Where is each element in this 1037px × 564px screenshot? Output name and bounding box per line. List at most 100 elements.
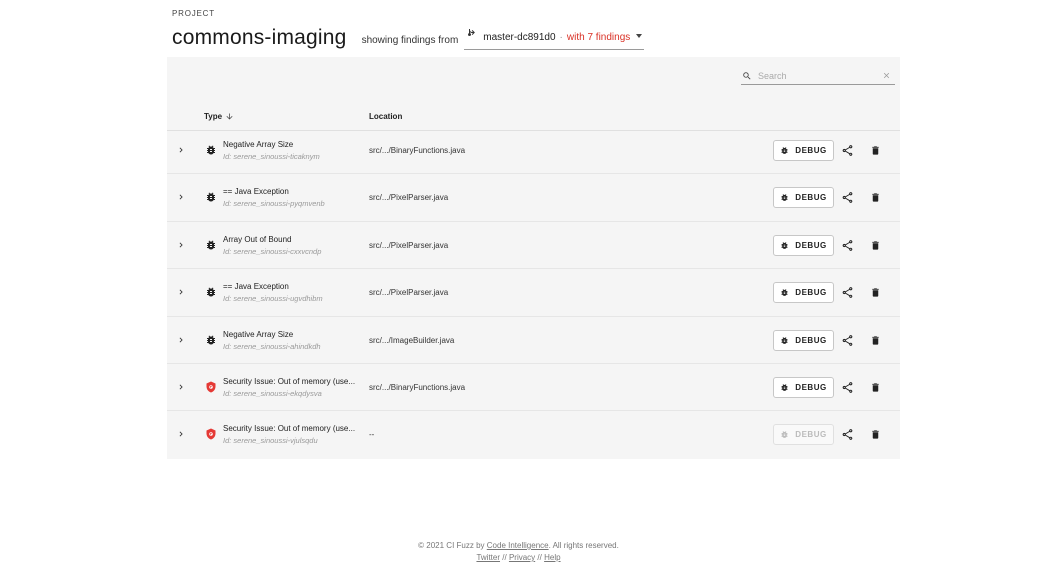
chevron-right-icon[interactable] [176,427,186,441]
search-input[interactable] [758,70,876,81]
footer-copyright: © 2021 CI Fuzz by [418,541,485,550]
title-row: commons-imaging showing findings from ma… [172,24,645,50]
finding-id: Id: serene_sinoussi-ugvdhibm [223,294,323,304]
findings-list: Negative Array Size Id: serene_sinoussi-t… [167,127,900,459]
bug-icon [781,336,788,344]
finding-title: Negative Array Size [223,329,294,339]
finding-title: Security Issue: Out of memory (use... [223,376,356,386]
finding-location: src/.../BinaryFunctions.java [369,382,466,392]
trash-icon[interactable] [870,428,881,441]
column-header-type[interactable]: Type [204,112,234,121]
chevron-right-icon[interactable] [176,380,186,394]
debug-label: DEBUG [795,288,827,298]
table-row[interactable]: Negative Array Size Id: serene_sinoussi-t… [167,127,900,175]
footer-privacy-link[interactable]: Privacy [509,553,535,562]
finding-id: Id: serene_sinoussi-vjulsqdu [223,436,318,446]
finding-title: Security Issue: Out of memory (use... [223,424,356,434]
finding-location: -- [369,430,375,440]
chevron-right-icon[interactable] [176,238,186,252]
branch-separator: · [559,31,563,43]
trash-icon[interactable] [870,239,881,252]
finding-id: Id: serene_sinoussi-ticaknym [223,152,320,161]
project-eyebrow: PROJECT [172,9,215,18]
footer-help-link[interactable]: Help [544,553,560,562]
trash-icon[interactable] [870,144,881,157]
debug-button: DEBUG [773,424,834,446]
trash-icon[interactable] [870,191,881,204]
column-type-label: Type [204,112,223,121]
share-icon[interactable] [841,144,854,157]
bug-icon [207,335,215,345]
finding-location: src/.../BinaryFunctions.java [369,146,466,155]
table-row[interactable]: Security Issue: Out of memory (use... Id:… [167,364,900,412]
footer-rights: . All rights reserved. [548,541,619,550]
share-icon[interactable] [841,191,854,204]
table-row[interactable]: == Java Exception Id: serene_sinoussi-pyq… [167,174,900,222]
finding-title: == Java Exception [223,187,289,197]
branch-icon [468,29,476,36]
clear-icon[interactable] [882,71,891,80]
bug-icon [781,431,788,439]
footer-twitter-link[interactable]: Twitter [476,553,500,562]
finding-location: src/.../PixelParser.java [369,288,449,298]
debug-label: DEBUG [795,193,827,203]
trash-icon[interactable] [870,334,881,347]
footer-divider: // [537,553,542,562]
share-icon[interactable] [841,381,854,394]
debug-label: DEBUG [795,335,827,345]
findings-count: with 7 findings [566,31,631,43]
debug-button[interactable]: DEBUG [773,329,834,351]
shield-icon [206,428,216,440]
debug-button[interactable]: DEBUG [773,140,834,161]
table-row[interactable]: Security Issue: Out of memory (use... Id:… [167,411,900,458]
share-icon[interactable] [841,334,854,347]
share-icon[interactable] [841,286,854,299]
footer: © 2021 CI Fuzz by Code Intelligence. All… [0,540,1037,564]
search-icon [743,71,751,80]
debug-button[interactable]: DEBUG [773,234,834,256]
debug-label: DEBUG [795,430,827,440]
finding-location: src/.../PixelParser.java [369,193,449,203]
finding-location: src/.../ImageBuilder.java [369,335,455,345]
debug-label: DEBUG [795,382,827,392]
trash-icon[interactable] [870,381,881,394]
share-icon[interactable] [841,239,854,252]
finding-id: Id: serene_sinoussi-cxxvcndp [223,246,322,256]
findings-panel: Type Location Negative Array Size Id: ser… [167,57,900,459]
debug-button[interactable]: DEBUG [773,187,834,209]
finding-id: Id: serene_sinoussi-pyqmvenb [223,199,325,209]
bug-icon [781,289,788,297]
debug-label: DEBUG [795,240,827,250]
chevron-right-icon[interactable] [176,143,186,157]
table-row[interactable]: Negative Array Size Id: serene_sinoussi-a… [167,317,900,364]
column-header-location: Location [369,112,403,121]
chevron-right-icon[interactable] [176,190,186,204]
bug-icon [207,240,215,250]
chevron-right-icon[interactable] [176,333,186,347]
debug-button[interactable]: DEBUG [773,282,834,304]
bug-icon [781,241,788,249]
table-row[interactable]: Array Out of Bound Id: serene_sinoussi-cx… [167,222,900,270]
finding-title: == Java Exception [223,282,289,292]
page-title: commons-imaging [172,26,347,49]
table-row[interactable]: == Java Exception Id: serene_sinoussi-ugv… [167,269,900,317]
chevron-right-icon[interactable] [176,285,186,299]
showing-label: showing findings from [361,35,459,46]
shield-icon [206,381,216,393]
bug-icon [207,287,215,297]
finding-location: src/.../PixelParser.java [369,240,449,250]
footer-divider: // [502,553,507,562]
finding-title: Negative Array Size [223,140,294,149]
debug-button[interactable]: DEBUG [773,376,834,398]
debug-label: DEBUG [795,146,827,155]
branch-select[interactable]: master-dc891d0 · with 7 findings [464,28,645,50]
bug-icon [781,147,788,154]
bug-icon [207,145,215,155]
footer-company-link[interactable]: Code Intelligence [487,541,549,550]
bug-icon [207,192,215,202]
share-icon[interactable] [841,428,854,441]
finding-id: Id: serene_sinoussi-ahindkdh [223,341,321,351]
finding-title: Array Out of Bound [223,234,292,244]
trash-icon[interactable] [870,286,881,299]
sort-arrow-down-icon [226,113,233,120]
